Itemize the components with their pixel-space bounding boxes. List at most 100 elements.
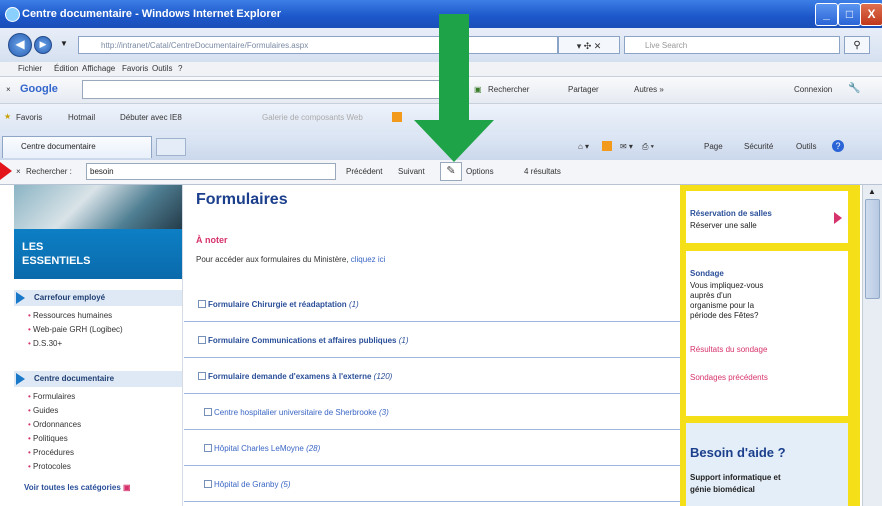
favorites-bar: ★ Favoris Hotmail Débuter avec IE8 Galer… — [0, 104, 882, 133]
page-menu[interactable]: Page — [704, 142, 723, 151]
form-category-row[interactable]: Formulaire demande d'examens à l'externe… — [184, 359, 680, 394]
form-category-row[interactable]: Formulaire Communications et affaires pu… — [184, 323, 680, 358]
survey-line: Vous impliquez-vous — [690, 281, 764, 290]
note-text: Pour accéder aux formulaires du Ministèr… — [196, 255, 386, 264]
tab-row: Centre documentaire ⌂ ▾ ✉ ▾ ⎙ ▾ Page Séc… — [0, 132, 882, 161]
favorite-webslices[interactable]: Galerie de composants Web — [262, 113, 363, 122]
form-subcategory-row[interactable]: Hôpital de Granby (5) — [184, 467, 680, 502]
rss-icon[interactable] — [392, 112, 402, 122]
address-input[interactable]: http://intranet/Catal/CentreDocumentaire… — [78, 36, 558, 54]
link-web-paie[interactable]: • Web-paie GRH (Logibec) — [28, 325, 123, 334]
survey-results-link[interactable]: Résultats du sondage — [690, 345, 767, 354]
window-title: Centre documentaire - Windows Internet E… — [22, 8, 282, 20]
favorite-hotmail[interactable]: Hotmail — [68, 113, 95, 122]
scroll-up-icon[interactable]: ▲ — [868, 187, 876, 196]
essentiels-banner: LES ESSENTIELS — [14, 229, 182, 279]
link-politiques[interactable]: • Politiques — [28, 434, 68, 443]
chevron-right-icon[interactable] — [834, 212, 842, 224]
section-centre-documentaire[interactable]: Centre documentaire — [14, 371, 182, 387]
menu-edition[interactable]: Édition — [54, 64, 78, 73]
find-label: Rechercher : — [26, 167, 72, 176]
find-previous-button[interactable]: Précédent — [346, 167, 382, 176]
menu-bar: Fichier Édition Affichage Favoris Outils… — [0, 62, 882, 77]
find-options-button[interactable]: Options — [466, 167, 494, 176]
mail-icon[interactable]: ✉ ▾ — [620, 142, 633, 151]
tools-menu[interactable]: Outils — [796, 142, 816, 151]
google-logo: Google — [20, 83, 58, 95]
reservation-text[interactable]: Réserver une salle — [690, 221, 757, 230]
history-dropdown-icon[interactable]: ▼ — [60, 39, 68, 48]
essentiels-line2: ESSENTIELS — [22, 255, 91, 267]
google-search-icon[interactable]: ▣ — [474, 85, 482, 94]
google-search-button[interactable]: Rechercher — [488, 85, 529, 94]
note-link[interactable]: cliquez ici — [351, 255, 386, 264]
page-title: Formulaires — [196, 191, 288, 208]
google-toolbar: × Google ▣ Rechercher Partager Autres » … — [0, 77, 882, 104]
form-subcategory-row[interactable]: Centre hospitalier universitaire de Sher… — [184, 395, 680, 430]
safety-menu[interactable]: Sécurité — [744, 142, 773, 151]
wrench-icon[interactable]: 🔧 — [848, 83, 860, 94]
survey-line: organisme pour la — [690, 301, 755, 310]
survey-previous-link[interactable]: Sondages précédents — [690, 373, 768, 382]
link-protocoles[interactable]: • Protocoles — [28, 462, 71, 471]
window-title-bar: Centre documentaire - Windows Internet E… — [0, 0, 882, 28]
google-signin-button[interactable]: Connexion — [794, 85, 832, 94]
link-formulaires[interactable]: • Formulaires — [28, 392, 75, 401]
form-subcategory-row[interactable]: Hôpital Charles LeMoyne (28) — [184, 431, 680, 466]
see-all-categories-link[interactable]: Voir toutes les catégories ▣ — [24, 483, 131, 492]
header-photo — [14, 185, 182, 229]
reservation-title[interactable]: Réservation de salles — [690, 209, 772, 218]
link-procedures[interactable]: • Procédures — [28, 448, 74, 457]
live-search-input[interactable]: Live Search — [624, 36, 840, 54]
feeds-icon[interactable] — [602, 141, 612, 151]
find-input[interactable]: besoin — [86, 163, 336, 180]
maximize-button[interactable]: □ — [838, 3, 861, 26]
forward-arrow-icon[interactable]: ▶ — [34, 36, 52, 54]
help-icon[interactable]: ? — [832, 140, 844, 152]
help-box: Besoin d'aide ? Support informatique et … — [686, 423, 848, 506]
reservation-box[interactable]: Réservation de salles Réserver une salle — [686, 191, 848, 243]
home-icon[interactable]: ⌂ ▾ — [578, 142, 589, 151]
find-next-button[interactable]: Suivant — [398, 167, 425, 176]
link-ressources-humaines[interactable]: • Ressources humaines — [28, 311, 112, 320]
find-bar: × Rechercher : besoin Précédent Suivant … — [0, 160, 882, 185]
search-icon[interactable]: ⚲ — [844, 36, 870, 54]
section-carrefour-employe[interactable]: Carrefour employé — [14, 290, 182, 306]
form-category-row[interactable]: Formulaire Chirurgie et réadaptation (1) — [184, 287, 680, 322]
survey-line: auprès d'un — [690, 291, 732, 300]
favorites-star-icon[interactable]: ★ — [4, 112, 11, 121]
favorites-button[interactable]: Favoris — [16, 113, 42, 122]
print-icon[interactable]: ⎙ ▾ — [642, 142, 654, 152]
close-button[interactable]: X — [860, 3, 882, 26]
survey-line: période des Fêtes? — [690, 311, 759, 320]
scrollbar-thumb[interactable] — [865, 199, 880, 299]
close-toolbar-icon[interactable]: × — [6, 85, 11, 94]
link-ordonnances[interactable]: • Ordonnances — [28, 420, 81, 429]
ie-logo-icon — [5, 7, 20, 22]
find-close-icon[interactable]: × — [16, 167, 21, 176]
back-arrow-icon[interactable]: ◀ — [8, 33, 32, 57]
right-sidebar: Réservation de salles Réserver une salle… — [680, 185, 860, 506]
google-share-button[interactable]: Partager — [568, 85, 599, 94]
main-content: Formulaires À noter Pour accéder aux for… — [184, 185, 680, 506]
link-guides[interactable]: • Guides — [28, 406, 58, 415]
address-controls[interactable]: ▾ ✣ ✕ — [558, 36, 620, 54]
link-ds30[interactable]: • D.S.30+ — [28, 339, 62, 348]
menu-favoris[interactable]: Favoris — [122, 64, 148, 73]
address-bar-row: ◀ ▶ ▼ http://intranet/Catal/CentreDocume… — [0, 28, 882, 62]
tab-centre-documentaire[interactable]: Centre documentaire — [2, 136, 152, 158]
vertical-scrollbar[interactable]: ▲ — [862, 185, 882, 506]
menu-help[interactable]: ? — [178, 64, 182, 73]
menu-outils[interactable]: Outils — [152, 64, 172, 73]
new-tab-button[interactable] — [156, 138, 186, 156]
favorite-ie8[interactable]: Débuter avec IE8 — [120, 113, 182, 122]
menu-affichage[interactable]: Affichage — [82, 64, 115, 73]
note-heading: À noter — [196, 235, 228, 245]
google-more-button[interactable]: Autres » — [634, 85, 664, 94]
highlight-pencil-icon[interactable]: ✎ — [440, 162, 462, 181]
left-sidebar: LES ESSENTIELS Carrefour employé • Resso… — [14, 185, 183, 506]
menu-fichier[interactable]: Fichier — [18, 64, 42, 73]
minimize-button[interactable]: _ — [815, 3, 838, 26]
google-search-input[interactable] — [82, 80, 468, 99]
essentiels-line1: LES — [22, 241, 44, 253]
